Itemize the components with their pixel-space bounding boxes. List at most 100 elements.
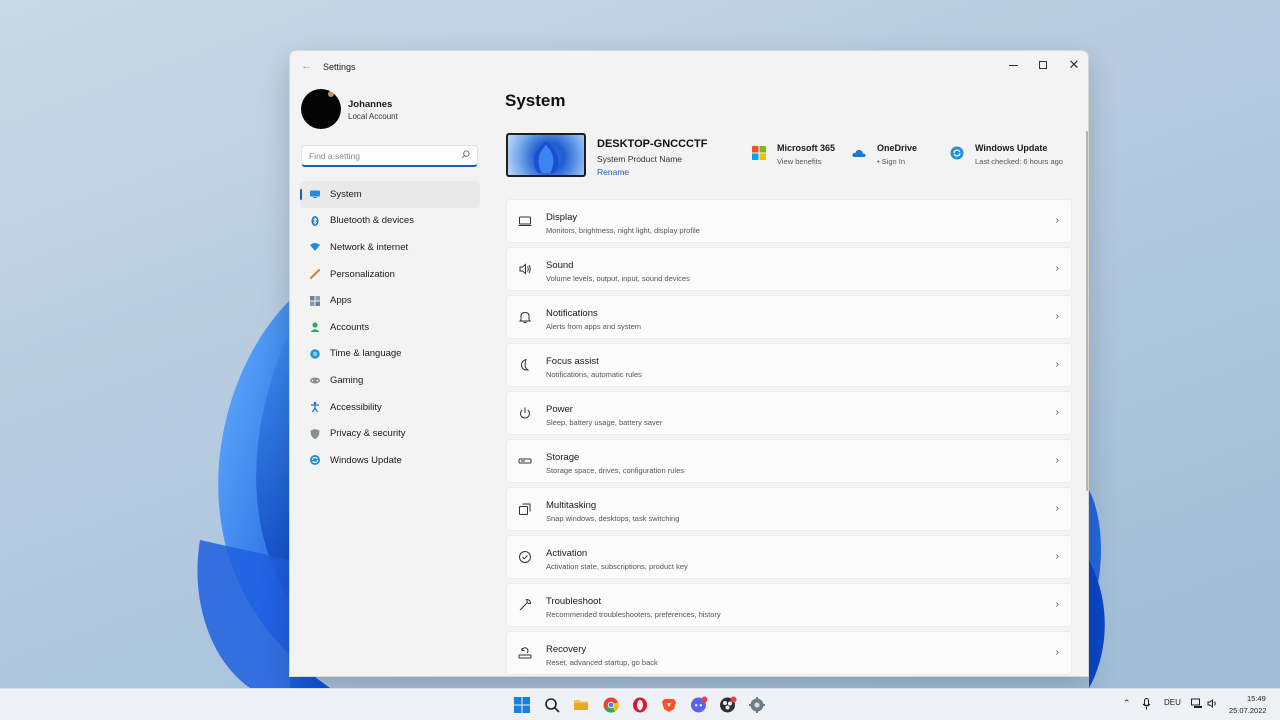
avatar[interactable] — [301, 89, 341, 129]
discord-button[interactable] — [690, 696, 708, 714]
moon-icon — [518, 358, 532, 372]
quick-link-subtitle: View benefits — [777, 157, 822, 166]
clock-date[interactable]: 25.07.2022 — [1229, 706, 1267, 715]
card-power[interactable]: Power Sleep, battery usage, battery save… — [506, 391, 1072, 435]
card-title: Focus assist — [546, 356, 599, 367]
system-icon — [309, 188, 321, 200]
rename-link[interactable]: Rename — [597, 167, 629, 177]
device-model: System Product Name — [597, 154, 683, 164]
file-explorer-icon — [574, 700, 588, 710]
card-title: Sound — [546, 260, 574, 271]
wrench-icon — [518, 598, 532, 612]
sidebar-item-accounts[interactable]: Accounts — [300, 314, 480, 341]
sidebar-item-label: Apps — [330, 295, 352, 307]
language-indicator[interactable]: DEU — [1164, 698, 1181, 707]
card-troubleshoot[interactable]: Troubleshoot Recommended troubleshooters… — [506, 583, 1072, 627]
card-title: Multitasking — [546, 500, 597, 511]
sidebar-item-label: Gaming — [330, 374, 364, 386]
quick-link-title: Windows Update — [975, 143, 1048, 153]
card-title: Activation — [546, 548, 588, 559]
close-icon: ✕ — [1068, 57, 1080, 72]
card-focus-assist[interactable]: Focus assist Notifications, automatic ru… — [506, 343, 1072, 387]
sidebar-item-label: Personalization — [330, 268, 395, 280]
card-subtitle: Volume levels, output, input, sound devi… — [546, 274, 690, 283]
windows-update-icon — [950, 146, 964, 160]
sidebar-item-label: Bluetooth & devices — [330, 215, 414, 227]
recovery-icon — [518, 646, 532, 660]
card-title: Troubleshoot — [546, 596, 602, 607]
card-recovery[interactable]: Recovery Reset, advanced startup, go bac… — [506, 631, 1072, 675]
chrome-icon — [603, 697, 619, 713]
globe-icon — [309, 348, 321, 360]
power-icon — [518, 406, 532, 420]
network-icon[interactable] — [1191, 698, 1202, 711]
chevron-right-icon: › — [1055, 647, 1059, 658]
sidebar-item-accessibility[interactable]: Accessibility — [300, 394, 480, 421]
scrollbar[interactable] — [1086, 131, 1088, 491]
device-name: DESKTOP-GNCCCTF — [597, 138, 708, 150]
card-title: Display — [546, 212, 578, 223]
card-title: Storage — [546, 452, 580, 463]
sidebar-item-privacy[interactable]: Privacy & security — [300, 420, 480, 447]
check-circle-icon — [518, 550, 532, 564]
minimize-button[interactable] — [998, 54, 1028, 76]
accounts-icon — [309, 321, 321, 333]
bluetooth-icon — [309, 215, 321, 227]
sidebar-item-network[interactable]: Network & internet — [300, 234, 480, 261]
opera-icon — [633, 697, 647, 713]
chevron-right-icon: › — [1055, 311, 1059, 322]
card-subtitle: Activation state, subscriptions, product… — [546, 562, 688, 571]
maximize-button[interactable] — [1028, 54, 1058, 76]
close-button[interactable]: ✕ — [1059, 54, 1088, 76]
quick-link-subtitle: Last checked: 6 hours ago — [975, 157, 1063, 166]
sidebar-item-label: Accessibility — [330, 401, 382, 413]
speaker-icon — [518, 262, 532, 276]
card-multitasking[interactable]: Multitasking Snap windows, desktops, tas… — [506, 487, 1072, 531]
card-activation[interactable]: Activation Activation state, subscriptio… — [506, 535, 1072, 579]
sidebar-item-label: Time & language — [330, 348, 402, 360]
search-input[interactable]: Find a setting — [301, 145, 478, 167]
sidebar-item-windows-update[interactable]: Windows Update — [300, 447, 480, 474]
card-sound[interactable]: Sound Volume levels, output, input, soun… — [506, 247, 1072, 291]
tray-chevron-up-icon[interactable]: ⌃ — [1123, 698, 1131, 709]
volume-icon[interactable] — [1207, 698, 1218, 711]
chevron-right-icon: › — [1055, 215, 1059, 226]
card-storage[interactable]: Storage Storage space, drives, configura… — [506, 439, 1072, 483]
title-bar[interactable]: ← Settings ✕ — [290, 51, 1088, 83]
chrome-button[interactable] — [602, 696, 620, 714]
chevron-right-icon: › — [1055, 551, 1059, 562]
obs-button[interactable] — [719, 696, 737, 714]
card-display[interactable]: Display Monitors, brightness, night ligh… — [506, 199, 1072, 243]
sidebar-item-gaming[interactable]: Gaming — [300, 367, 480, 394]
start-button[interactable] — [513, 696, 531, 714]
device-thumbnail — [506, 133, 586, 177]
clock-time[interactable]: 15:49 — [1247, 694, 1266, 703]
app-title: Settings — [323, 62, 356, 72]
card-subtitle: Alerts from apps and system — [546, 322, 642, 331]
accessibility-icon — [309, 401, 321, 413]
quick-link-subtitle: • Sign In — [877, 157, 906, 166]
file-explorer-button[interactable] — [572, 696, 590, 714]
microphone-icon[interactable] — [1142, 698, 1151, 712]
taskbar-search-button[interactable] — [543, 696, 561, 714]
card-subtitle: Storage space, drives, configuration rul… — [546, 466, 684, 475]
page-title: System — [505, 91, 566, 110]
opera-button[interactable] — [631, 696, 649, 714]
sidebar-item-system[interactable]: System — [300, 181, 480, 208]
search-placeholder: Find a setting — [309, 151, 361, 161]
card-subtitle: Monitors, brightness, night light, displ… — [546, 226, 700, 235]
settings-taskbar-button[interactable] — [748, 696, 766, 714]
chevron-right-icon: › — [1055, 503, 1059, 514]
back-arrow-icon[interactable]: ← — [301, 60, 312, 72]
sidebar-item-personalization[interactable]: Personalization — [300, 261, 480, 288]
sidebar-item-label: System — [330, 188, 362, 200]
update-icon — [309, 454, 321, 466]
bell-icon — [518, 310, 532, 324]
sidebar-item-apps[interactable]: Apps — [300, 287, 480, 314]
card-notifications[interactable]: Notifications Alerts from apps and syste… — [506, 295, 1072, 339]
search-icon — [545, 698, 560, 713]
brave-button[interactable] — [660, 696, 678, 714]
settings-window: ← Settings ✕ Johannes Local Account Find… — [289, 50, 1089, 677]
sidebar-item-time-language[interactable]: Time & language — [300, 341, 480, 368]
sidebar-item-bluetooth[interactable]: Bluetooth & devices — [300, 208, 480, 235]
